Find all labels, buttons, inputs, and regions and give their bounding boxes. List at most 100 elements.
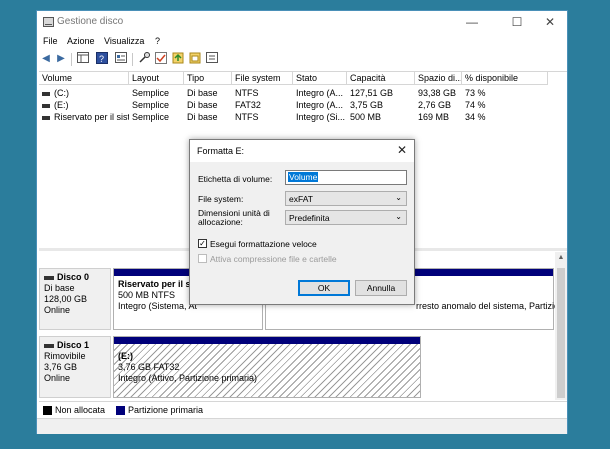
table-cell: Integro (A... [296,100,344,110]
table-cell: (E:) [39,99,129,111]
col-header-volume[interactable]: Volume [39,72,129,85]
checkbox-unchecked-icon [198,254,207,264]
title-bar: Gestione disco — ☐ ✕ [37,11,567,33]
maximize-button[interactable]: ☐ [502,13,532,31]
disk-icon [44,343,54,348]
menu-visualizza[interactable]: Visualizza [104,36,144,46]
menu-azione[interactable]: Azione [67,36,95,46]
table-cell: Semplice [132,112,170,122]
console-tree-icon[interactable] [76,52,90,66]
compression-checkbox: Attiva compressione file e cartelle [198,254,337,265]
disk-1-status: Online [44,373,71,383]
disk-0-label[interactable]: Disco 0 Di base 128,00 GB Online [39,268,111,330]
col-header-capacita[interactable]: Capacità [347,72,415,85]
properties-icon-graphic [115,52,127,63]
disk-1-size: 3,76 GB [44,362,78,372]
drive-icon [42,115,50,120]
partition-bar [114,337,420,344]
drive-list-icon[interactable] [205,52,219,66]
table-cell: NTFS [235,88,259,98]
disk-icon [44,275,54,280]
table-cell: 169 MB [418,112,450,122]
disk-1-type: Rimovibile [44,351,86,361]
disk-0-name-row: Disco 0 [44,272,110,283]
table-cell: Semplice [132,100,170,110]
quick-format-checkbox[interactable]: ✓ Esegui formattazione veloce [198,239,317,250]
volume-label-caption: Etichetta di volume: [198,174,273,184]
scroll-up-icon[interactable]: ▲ [555,252,567,264]
chevron-down-icon: ⌄ [395,193,402,202]
vertical-scrollbar[interactable]: ▲ [555,252,567,400]
col-header-disponibile[interactable]: % disponibile [462,72,548,85]
partition-title: (E:) [118,351,133,361]
legend: Non allocata Partizione primaria [39,401,567,417]
format-dialog: Formatta E: ✕ Etichetta di volume: Volum… [189,139,415,305]
svg-text:?: ? [99,54,104,64]
table-cell: 127,51 GB [350,88,394,98]
table-cell-text: Riservato per il sist... [54,112,129,122]
partition-size: 3,76 GB FAT32 [118,362,180,372]
compression-label: Attiva compressione file e cartelle [210,254,337,264]
checklist-icon-graphic [155,52,167,64]
checklist-icon[interactable] [154,52,168,66]
toolbar: ◀ ▶ ? [37,51,567,69]
partition-status: Integro (Attivo, Partizione primaria) [118,373,258,383]
col-header-stato[interactable]: Stato [293,72,347,85]
checkbox-checked-icon: ✓ [198,239,207,249]
table-cell: Di base [187,100,218,110]
minimize-button[interactable]: — [457,13,487,31]
disk-1-name: Disco 1 [57,340,90,350]
ok-button[interactable]: OK [298,280,350,296]
properties-icon[interactable] [114,52,128,66]
partition-size: 500 MB NTFS [118,290,176,300]
close-button[interactable]: ✕ [535,13,565,31]
table-cell: Di base [187,88,218,98]
table-cell-text: (E:) [54,100,69,110]
table-cell: 34 % [465,112,486,122]
disk-management-app-icon [43,17,54,27]
scrollbar-thumb[interactable] [557,268,565,398]
table-cell: 3,75 GB [350,100,384,110]
legend-swatch-primary [116,406,125,415]
col-header-file-system[interactable]: File system [232,72,293,85]
table-cell: FAT32 [235,100,261,110]
menu-file[interactable]: File [43,36,58,46]
partition-status: rresto anomalo del sistema, Partizio [416,301,560,311]
drive-icon [42,91,50,96]
allocation-size-value: Predefinita [289,213,330,223]
upload-icon[interactable] [171,52,185,66]
toolbar-separator [132,53,133,66]
legend-unallocated-label: Non allocata [55,405,106,415]
help-icon[interactable]: ? [95,52,109,66]
volume-label-input[interactable]: Volume [285,170,407,185]
col-header-spazio[interactable]: Spazio di... [415,72,462,85]
quick-format-label: Esegui formattazione veloce [210,239,317,249]
forward-icon[interactable]: ▶ [54,52,68,66]
table-cell: Integro (Si... [296,112,346,122]
disk-1-label[interactable]: Disco 1 Rimovibile 3,76 GB Online [39,336,111,398]
dialog-close-icon[interactable]: ✕ [397,143,407,157]
menu-help[interactable]: ? [155,36,160,46]
table-cell: 2,76 GB [418,100,452,110]
legend-primary-label: Partizione primaria [128,405,204,415]
file-system-select[interactable]: exFAT ⌄ [285,191,407,206]
back-icon[interactable]: ◀ [39,52,53,66]
disk-0-status: Online [44,305,71,315]
connect-icon[interactable] [137,52,151,66]
cancel-button[interactable]: Annulla [355,280,407,296]
table-cell: Semplice [132,88,170,98]
window-title: Gestione disco [57,16,124,27]
drive-icon [42,103,50,108]
disk-0-size: 128,00 GB [44,294,88,304]
dialog-title: Formatta E: [197,146,245,156]
disk-0-type: Di base [44,283,75,293]
allocation-size-select[interactable]: Predefinita ⌄ [285,210,407,225]
partition-e[interactable]: (E:) 3,76 GB FAT32 Integro (Attivo, Part… [113,336,421,398]
folder-icon[interactable] [188,52,202,66]
col-header-tipo[interactable]: Tipo [184,72,232,85]
table-cell-text: (C:) [54,88,69,98]
menu-bar: File Azione Visualizza ? [37,35,567,49]
col-header-layout[interactable]: Layout [129,72,184,85]
disk-0-name: Disco 0 [57,272,90,282]
file-system-value: exFAT [289,194,313,204]
